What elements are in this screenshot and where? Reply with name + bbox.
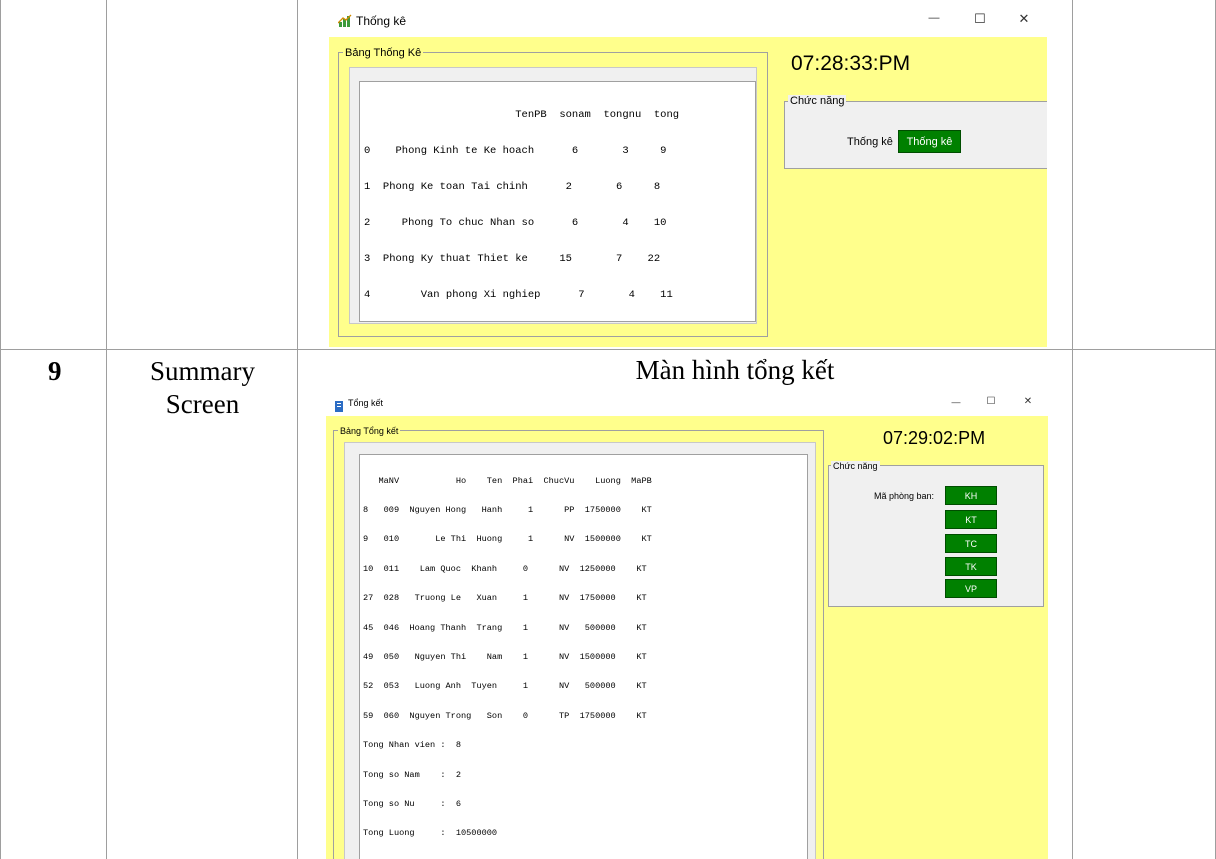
table-border-col3 <box>1072 0 1073 859</box>
chart-app-icon <box>337 14 352 28</box>
function-group-title: Chức năng <box>788 95 847 107</box>
department-button-kt[interactable]: KT <box>945 510 997 529</box>
statistics-titlebar[interactable]: Thống kê — ☐ ✕ <box>329 6 1047 37</box>
function-group-title: Chức năng <box>831 461 880 471</box>
row-number: 9 <box>48 356 62 386</box>
table-border-col1 <box>106 0 107 859</box>
table-line: Tong Nhan vien : 8 <box>363 740 461 751</box>
statistics-action-label: Thống kê <box>847 136 893 148</box>
table-line: 4 Van phong Xi nghiep 7 4 11 <box>364 289 673 301</box>
summary-window: Tổng kết — ☐ ✕ Bảng Tổng kết MaNV Ho Ten… <box>326 392 1048 859</box>
summary-table-text[interactable]: MaNV Ho Ten Phai ChucVu Luong MaPB 8 009… <box>359 454 808 859</box>
maximize-icon[interactable]: ☐ <box>968 11 992 27</box>
row-description: Summary Screen <box>110 355 295 421</box>
table-line: MaNV Ho Ten Phai ChucVu Luong MaPB <box>363 475 652 486</box>
table-line: TenPB sonam tongnu tong <box>364 109 680 121</box>
maximize-icon[interactable]: ☐ <box>981 396 1001 407</box>
table-line: Tong so Nu : 6 <box>363 798 461 809</box>
department-button-kh[interactable]: KH <box>945 486 997 505</box>
table-line: 0 Phong Kinh te Ke hoach 6 3 9 <box>364 145 667 157</box>
table-line: 1 Phong Ke toan Tai chinh 2 6 8 <box>364 181 661 193</box>
table-line: Tong Luong : 10500000 <box>363 828 498 839</box>
row-description-line1: Summary <box>150 356 255 386</box>
department-button-tc[interactable]: TC <box>945 534 997 553</box>
function-group <box>828 465 1044 607</box>
row-description-line2: Screen <box>165 389 240 419</box>
table-line: 49 050 Nguyen Thi Nam 1 NV 1500000 KT <box>363 651 647 662</box>
document-app-icon <box>334 399 344 412</box>
statistics-window-title: Thống kê <box>356 14 407 28</box>
table-line: 8 009 Nguyen Hong Hanh 1 PP 1750000 KT <box>363 504 652 515</box>
summary-window-title: Tổng kết <box>348 398 384 408</box>
statistics-group-title: Bảng Thống Kê <box>343 47 424 59</box>
minimize-icon[interactable]: — <box>922 12 946 24</box>
clock-display: 07:28:33:PM <box>791 52 911 75</box>
summary-titlebar[interactable]: Tổng kết — ☐ ✕ <box>326 392 1048 416</box>
close-icon[interactable]: ✕ <box>1012 11 1036 27</box>
figure-caption: Màn hình tổng kết <box>635 355 835 385</box>
department-button-vp[interactable]: VP <box>945 579 997 598</box>
table-line: 52 053 Luong Anh Tuyen 1 NV 500000 KT <box>363 681 647 692</box>
minimize-icon[interactable]: — <box>946 397 966 407</box>
table-row-divider <box>0 349 1216 350</box>
table-line: 3 Phong Ky thuat Thiet ke 15 7 22 <box>364 253 661 265</box>
summary-client-area: Bảng Tổng kết MaNV Ho Ten Phai ChucVu Lu… <box>326 416 1048 859</box>
statistics-table-text[interactable]: TenPB sonam tongnu tong 0 Phong Kinh te … <box>359 81 756 322</box>
summary-group-title: Bảng Tổng kết <box>338 426 401 436</box>
table-line: 45 046 Hoang Thanh Trang 1 NV 500000 KT <box>363 622 647 633</box>
statistics-window: Thống kê — ☐ ✕ Bảng Thống Kê TenPB sonam… <box>329 6 1047 347</box>
table-line: 9 010 Le Thi Huong 1 NV 1500000 KT <box>363 534 652 545</box>
table-line: Tong so Nam : 2 <box>363 769 461 780</box>
table-border-left <box>0 0 1 859</box>
statistics-client-area: Bảng Thống Kê TenPB sonam tongnu tong 0 … <box>329 37 1047 347</box>
table-border-col2 <box>297 0 298 859</box>
table-line: 27 028 Truong Le Xuan 1 NV 1750000 KT <box>363 593 647 604</box>
close-icon[interactable]: ✕ <box>1018 396 1038 407</box>
statistics-button[interactable]: Thống kê <box>898 130 961 153</box>
table-line: 59 060 Nguyen Trong Son 0 TP 1750000 KT <box>363 710 647 721</box>
department-code-label: Mã phòng ban: <box>874 491 935 501</box>
table-line: 2 Phong To chuc Nhan so 6 4 10 <box>364 217 667 229</box>
table-line: 10 011 Lam Quoc Khanh 0 NV 1250000 KT <box>363 563 647 574</box>
clock-display: 07:29:02:PM <box>883 428 986 448</box>
department-button-tk[interactable]: TK <box>945 557 997 576</box>
